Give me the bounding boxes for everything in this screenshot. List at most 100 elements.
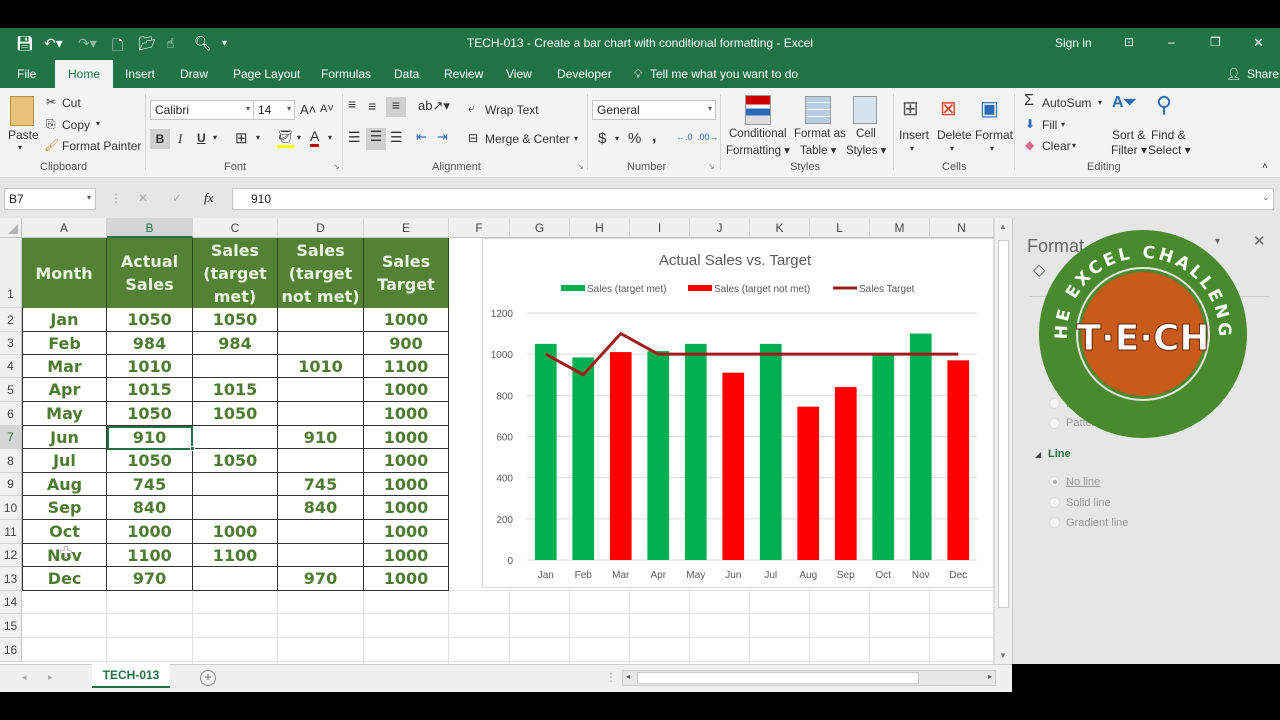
header-cell[interactable]: Sales (target not met) [278, 238, 364, 308]
formula-input[interactable]: 910 [232, 188, 1274, 210]
table-cell[interactable]: 1000 [364, 520, 449, 544]
table-cell[interactable]: 1015 [193, 378, 278, 402]
underline-dropdown-icon[interactable]: ▾ [213, 133, 217, 142]
table-cell[interactable]: 1000 [364, 378, 449, 402]
insert-cells-button[interactable]: Insert [899, 128, 929, 142]
clear-dropdown-icon[interactable]: ▾ [1072, 141, 1076, 150]
column-header-i[interactable]: I [630, 218, 690, 238]
table-cell[interactable]: Jul [22, 449, 107, 473]
table-cell[interactable]: Mar [22, 355, 107, 378]
conditional-formatting-button[interactable]: Conditional [729, 128, 787, 140]
format-cells-icon[interactable]: ▣ [980, 96, 999, 121]
find-select-icon[interactable]: ⚲ [1156, 92, 1172, 118]
middle-align-icon[interactable]: ≡ [368, 98, 376, 114]
tab-file[interactable]: File [17, 67, 36, 81]
table-cell[interactable]: 1000 [364, 567, 449, 591]
table-cell[interactable]: Jun [22, 426, 107, 449]
currency-button[interactable]: $ [598, 130, 606, 147]
table-cell[interactable]: 1050 [193, 402, 278, 426]
line-section-header[interactable]: Line [1048, 448, 1071, 460]
font-color-icon[interactable]: A [310, 129, 320, 147]
tab-data[interactable]: Data [394, 67, 419, 81]
top-align-icon[interactable]: ≡ [348, 96, 356, 112]
table-cell[interactable]: 1000 [193, 520, 278, 544]
pane-close-button[interactable]: ✕ [1253, 232, 1266, 250]
table-cell[interactable]: Apr [22, 378, 107, 402]
copy-dropdown-icon[interactable]: ▾ [96, 119, 100, 128]
collapse-line-icon[interactable]: ◢ [1035, 450, 1041, 459]
vertical-scrollbar[interactable]: ▲ ▼ [994, 218, 1012, 664]
find-select-label2[interactable]: Select ▾ [1148, 143, 1191, 157]
fill-color-dropdown-icon[interactable]: ▾ [297, 133, 301, 142]
autosum-dropdown-icon[interactable]: ▾ [1098, 98, 1102, 107]
column-header-b[interactable]: B [107, 218, 193, 238]
column-header-k[interactable]: K [750, 218, 810, 238]
minimize-button[interactable]: – [1168, 35, 1175, 49]
column-header-l[interactable]: L [810, 218, 870, 238]
align-left-icon[interactable]: ☰ [348, 129, 361, 146]
comma-button[interactable]: , [652, 128, 656, 146]
gradient-line-radio[interactable] [1049, 517, 1060, 528]
underline-button[interactable]: U [197, 131, 206, 145]
paste-icon[interactable] [10, 96, 34, 126]
format-as-table-icon[interactable] [805, 96, 831, 124]
column-header-j[interactable]: J [690, 218, 750, 238]
row-header-12[interactable]: 12 [0, 544, 22, 567]
increase-decimal-icon[interactable]: ←.0 [676, 132, 693, 142]
table-cell[interactable] [278, 520, 364, 544]
decrease-indent-icon[interactable]: ⇤ [416, 129, 427, 145]
column-header-a[interactable]: A [22, 218, 107, 238]
increase-font-icon[interactable]: A˄ [300, 102, 316, 117]
table-cell[interactable]: Sep [22, 496, 107, 520]
paste-dropdown-icon[interactable]: ▾ [18, 143, 22, 152]
sort-filter-button[interactable]: Sort & [1112, 128, 1145, 142]
cancel-entry-button[interactable]: ✕ [138, 191, 148, 205]
format-painter-button[interactable]: Format Painter [62, 139, 141, 153]
table-cell[interactable] [278, 378, 364, 402]
row-header-1[interactable]: 1 [0, 238, 22, 308]
table-cell[interactable]: 1000 [364, 426, 449, 449]
delete-cells-button[interactable]: Delete [937, 128, 972, 142]
share-button[interactable]: Share [1247, 67, 1279, 81]
font-name-select[interactable]: Calibri ▾ [150, 100, 254, 120]
table-cell[interactable]: 1000 [364, 496, 449, 520]
conditional-formatting-icon[interactable] [745, 95, 771, 125]
column-header-c[interactable]: C [193, 218, 278, 238]
bold-button[interactable]: B [150, 129, 170, 149]
format-as-table-label2[interactable]: Table ▾ [800, 143, 836, 157]
insert-cells-icon[interactable]: ⊞ [902, 96, 919, 121]
close-button[interactable]: ✕ [1253, 35, 1264, 51]
tab-page-layout[interactable]: Page Layout [233, 67, 300, 81]
table-cell[interactable]: 1000 [364, 308, 449, 332]
row-header-13[interactable]: 13 [0, 567, 22, 591]
borders-icon[interactable]: ⊞ [235, 129, 248, 147]
row-header-11[interactable]: 11 [0, 520, 22, 544]
table-cell[interactable]: 984 [107, 332, 193, 355]
percent-button[interactable]: % [628, 130, 641, 147]
tab-view[interactable]: View [506, 67, 532, 81]
collapse-ribbon-icon[interactable]: ˄ [1262, 161, 1268, 172]
table-cell[interactable] [278, 308, 364, 332]
increase-indent-icon[interactable]: ⇥ [437, 129, 448, 145]
table-cell[interactable]: Jan [22, 308, 107, 332]
table-cell[interactable]: 840 [278, 496, 364, 520]
tab-developer[interactable]: Developer [557, 67, 612, 81]
table-cell[interactable]: 1000 [364, 449, 449, 473]
find-select-button[interactable]: Find & [1151, 128, 1186, 142]
table-cell[interactable]: 970 [278, 567, 364, 591]
copy-button[interactable]: Copy [62, 118, 90, 132]
currency-dropdown-icon[interactable]: ▾ [615, 134, 619, 143]
row-header-5[interactable]: 5 [0, 378, 22, 402]
table-cell[interactable]: May [22, 402, 107, 426]
format-cells-button[interactable]: Format [975, 128, 1013, 142]
chart-area[interactable]: Actual Sales vs. Target Sales (target met… [482, 238, 994, 588]
column-header-e[interactable]: E [364, 218, 449, 238]
fill-handle[interactable] [190, 446, 195, 451]
insert-dropdown-icon[interactable]: ▾ [910, 144, 914, 153]
table-cell[interactable]: 900 [364, 332, 449, 355]
format-dropdown-icon[interactable]: ▾ [990, 144, 994, 153]
font-size-select[interactable]: 14 ▾ [253, 100, 295, 120]
table-cell[interactable]: 1100 [193, 544, 278, 567]
table-cell[interactable]: Aug [22, 473, 107, 496]
align-center-icon[interactable]: ☰ [366, 128, 386, 150]
